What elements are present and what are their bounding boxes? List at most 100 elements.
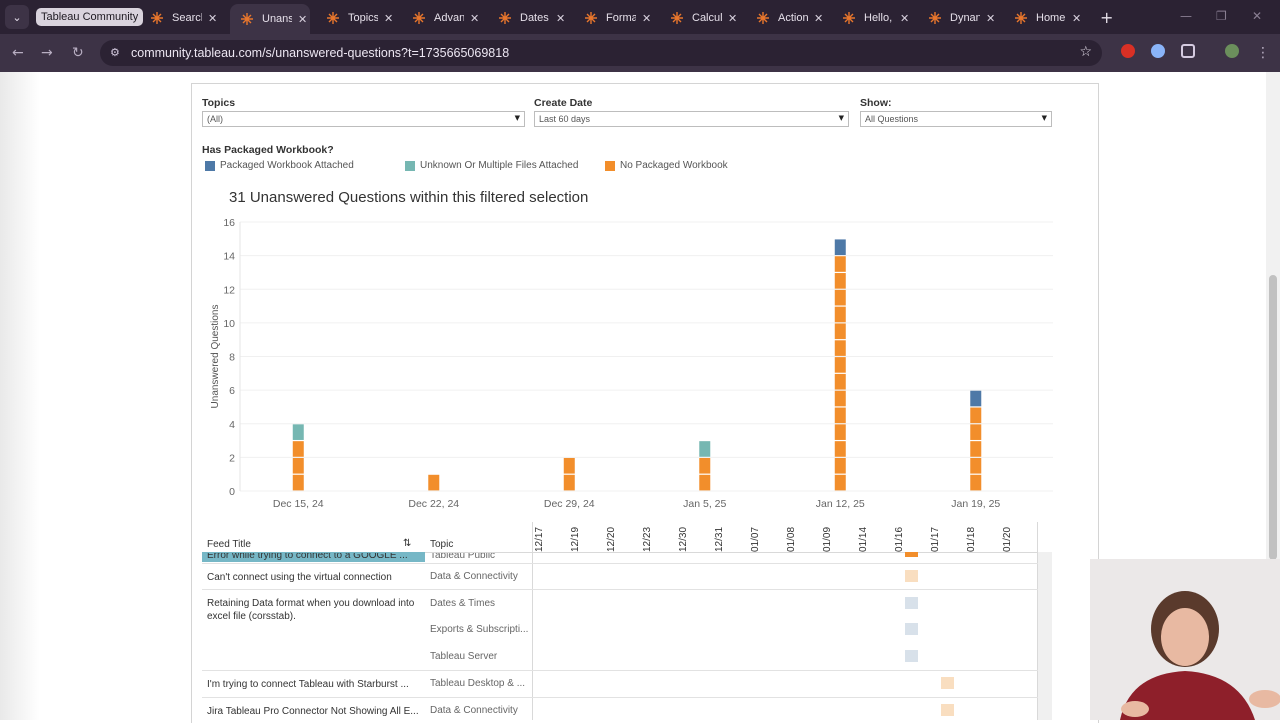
- unanswered-questions-bar-chart: 0 2 4 6 8 10 12 14 16 Unanswered Questions Dec 15,…: [210, 217, 1053, 510]
- date-column-header[interactable]: 12/23: [642, 522, 665, 552]
- tableau-favicon-icon: [842, 11, 856, 25]
- table-row-title[interactable]: Retaining Data format when you download …: [207, 597, 422, 623]
- date-column-header[interactable]: 01/08: [786, 522, 809, 552]
- table-row-title[interactable]: Can't connect using the virtual connecti…: [207, 571, 392, 584]
- browser-tab[interactable]: Calcul ✕: [660, 6, 744, 30]
- show-dropdown-value: All Questions: [865, 114, 919, 124]
- date-column-header[interactable]: 01/14: [858, 522, 881, 552]
- date-column-header[interactable]: 12/31: [714, 522, 737, 552]
- date-column-header[interactable]: 12/20: [606, 522, 629, 552]
- x-tick-label: Dec 29, 24: [544, 498, 595, 510]
- date-column-header[interactable]: 01/17: [930, 522, 953, 552]
- tab-close-icon[interactable]: ✕: [986, 12, 995, 25]
- table-scrollbar[interactable]: [1038, 552, 1052, 720]
- browser-tab[interactable]: Dates ✕: [488, 6, 572, 30]
- tab-close-icon[interactable]: ✕: [642, 12, 651, 25]
- bar-segment: [699, 457, 711, 474]
- table-row-mark[interactable]: [941, 677, 954, 689]
- date-column-label: 01/18: [966, 526, 977, 552]
- bar-segment: [292, 441, 304, 457]
- show-dropdown[interactable]: All Questions ▼: [860, 111, 1052, 127]
- browser-tab[interactable]: Topics ✕: [316, 6, 400, 30]
- date-column-header[interactable]: 12/17: [534, 522, 557, 552]
- legend-swatch: [205, 160, 215, 171]
- date-column-header[interactable]: 12/19: [570, 522, 593, 552]
- y-tick-label: 8: [229, 352, 235, 364]
- tab-search-menu-icon[interactable]: ⌄: [5, 5, 29, 29]
- y-tick-label: 10: [223, 318, 235, 330]
- date-column-header[interactable]: 01/18: [966, 522, 989, 552]
- bar-segment: [834, 373, 846, 390]
- legend-item-packaged[interactable]: Packaged Workbook Attached: [205, 160, 354, 171]
- reload-icon[interactable]: ↻: [72, 45, 84, 61]
- profile-avatar[interactable]: [1225, 44, 1239, 58]
- bar-segment: [970, 457, 982, 474]
- address-bar[interactable]: ⚙ community.tableau.com/s/unanswered-que…: [100, 40, 1102, 66]
- table-row-mark[interactable]: [905, 570, 918, 582]
- extension-blue-icon[interactable]: [1151, 44, 1165, 58]
- table-row-mark[interactable]: [905, 597, 918, 609]
- maximize-icon[interactable]: ❐: [1216, 9, 1227, 23]
- legend-item-unknown[interactable]: Unknown Or Multiple Files Attached: [405, 160, 578, 171]
- bookmark-star-icon[interactable]: ☆: [1079, 44, 1092, 60]
- x-tick-label: Jan 5, 25: [683, 498, 726, 510]
- tab-close-icon[interactable]: ✕: [384, 12, 393, 25]
- browser-tab[interactable]: Unans ✕: [230, 4, 310, 34]
- browser-menu-icon[interactable]: ⋮: [1256, 45, 1270, 61]
- browser-tab[interactable]: Hello, ✕: [832, 6, 916, 30]
- tab-close-icon[interactable]: ✕: [556, 12, 565, 25]
- close-window-icon[interactable]: ✕: [1252, 9, 1262, 23]
- table-row-mark[interactable]: [905, 623, 918, 635]
- topics-dropdown-value: (All): [207, 114, 223, 124]
- topic-header[interactable]: Topic: [430, 539, 453, 550]
- date-column-header[interactable]: 01/07: [750, 522, 773, 552]
- table-row-title[interactable]: Error while trying to connect to a GOOGL…: [207, 553, 408, 562]
- extension-red-icon[interactable]: [1121, 44, 1135, 58]
- bar-segment: [970, 390, 982, 407]
- tab-close-icon[interactable]: ✕: [728, 12, 737, 25]
- table-row-mark[interactable]: [941, 704, 954, 716]
- show-filter-label: Show:: [860, 97, 892, 109]
- browser-tab[interactable]: Tableau Community: [36, 8, 144, 26]
- table-row-mark[interactable]: [905, 552, 918, 557]
- create-date-dropdown[interactable]: Last 60 days ▼: [534, 111, 849, 127]
- browser-tab[interactable]: Dynan ✕: [918, 6, 1002, 30]
- topics-dropdown[interactable]: (All) ▼: [202, 111, 525, 127]
- forward-icon[interactable]: →: [41, 45, 53, 61]
- date-column-header[interactable]: 01/16: [894, 522, 917, 552]
- browser-tab[interactable]: Home ✕: [1004, 6, 1088, 30]
- date-column-header[interactable]: 01/20: [1002, 522, 1025, 552]
- tableau-favicon-icon: [412, 11, 426, 25]
- y-tick-label: 14: [223, 251, 235, 263]
- tab-close-icon[interactable]: ✕: [900, 12, 909, 25]
- table-row-topic: Tableau Server: [430, 651, 498, 662]
- browser-tab[interactable]: Action ✕: [746, 6, 830, 30]
- page-scrollbar-thumb[interactable]: [1269, 275, 1277, 560]
- date-column-label: 01/16: [894, 526, 905, 552]
- browser-tab[interactable]: Forma ✕: [574, 6, 658, 30]
- sort-icon[interactable]: ⇅: [403, 538, 411, 549]
- table-row-mark[interactable]: [905, 650, 918, 662]
- browser-tab[interactable]: Advan ✕: [402, 6, 486, 30]
- table-row-title[interactable]: Jira Tableau Pro Connector Not Showing A…: [207, 705, 419, 718]
- tableau-favicon-icon: [756, 11, 770, 25]
- table-row-title[interactable]: I'm trying to connect Tableau with Starb…: [207, 678, 409, 691]
- tab-close-icon[interactable]: ✕: [1072, 12, 1081, 25]
- y-tick-label: 12: [223, 284, 235, 296]
- tab-close-icon[interactable]: ✕: [298, 13, 307, 26]
- feed-title-header[interactable]: Feed Title: [207, 539, 251, 550]
- tab-close-icon[interactable]: ✕: [470, 12, 479, 25]
- legend-item-no-packaged[interactable]: No Packaged Workbook: [605, 160, 728, 171]
- site-info-icon[interactable]: ⚙: [110, 46, 120, 59]
- tab-close-icon[interactable]: ✕: [814, 12, 823, 25]
- date-column-header[interactable]: 12/30: [678, 522, 701, 552]
- extensions-puzzle-icon[interactable]: [1181, 44, 1195, 58]
- legend-swatch: [405, 160, 415, 171]
- bar-segment: [834, 323, 846, 340]
- new-tab-icon[interactable]: +: [1100, 8, 1113, 27]
- minimize-icon[interactable]: —: [1180, 9, 1192, 23]
- date-column-header[interactable]: 01/09: [822, 522, 845, 552]
- browser-tab[interactable]: Search ✕: [140, 6, 224, 30]
- tab-close-icon[interactable]: ✕: [208, 12, 217, 25]
- back-icon[interactable]: ←: [12, 45, 24, 61]
